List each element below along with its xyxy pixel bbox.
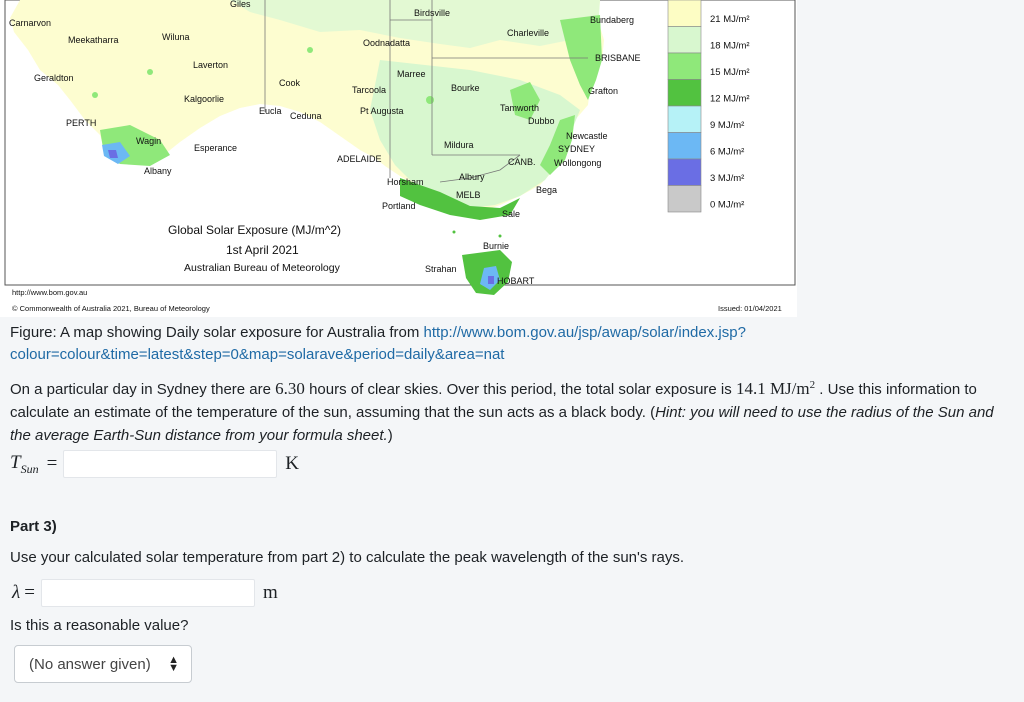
place-meekatharra: Meekatharra: [68, 35, 119, 45]
question-part4: ): [387, 427, 393, 444]
wavelength-equals: =: [24, 582, 35, 603]
legend-label: 15 MJ/m²: [710, 67, 750, 78]
map-title: Global Solar Exposure (MJ/m^2): [168, 223, 341, 237]
place-adelaide: ADELAIDE: [337, 154, 382, 164]
place-albury: Albury: [459, 172, 485, 182]
updown-caret-icon: ▲ ▼: [168, 654, 179, 674]
place-oodnadatta: Oodnadatta: [363, 38, 410, 48]
place-bourke: Bourke: [451, 83, 480, 93]
legend-swatch: [667, 0, 702, 27]
map-agency: Australian Bureau of Meteorology: [184, 262, 341, 274]
legend-label: 3 MJ/m²: [710, 173, 744, 184]
place-portland: Portland: [382, 201, 416, 211]
place-pt-augusta: Pt Augusta: [360, 106, 404, 116]
question-part2: hours of clear skies. Over this period, …: [304, 381, 736, 398]
question-part1: On a particular day in Sydney there are: [10, 381, 276, 398]
legend-swatch: [667, 105, 702, 133]
legend-label: 0 MJ/m²: [710, 200, 744, 211]
map-copyright: © Commonwealth of Australia 2021, Bureau…: [12, 304, 210, 313]
wavelength-input[interactable]: [40, 579, 255, 607]
caption-text: Figure: A map showing Daily solar exposu…: [10, 324, 424, 341]
legend-label: 21 MJ/m²: [710, 14, 750, 25]
place-charleville: Charleville: [507, 28, 549, 38]
place-ceduna: Ceduna: [290, 111, 322, 121]
place-burnie: Burnie: [483, 241, 509, 251]
part3-text: Use your calculated solar temperature fr…: [10, 549, 685, 566]
temperature-input[interactable]: [63, 450, 278, 478]
solar-exposure-map: Carnarvon Meekatharra Wiluna Laverton Ge…: [0, 0, 797, 317]
question-hours: 6.30: [275, 379, 305, 398]
place-newcastle: Newcastle: [566, 131, 608, 141]
place-mildura: Mildura: [444, 140, 474, 150]
place-laverton: Laverton: [193, 60, 228, 70]
place-grafton: Grafton: [588, 86, 618, 96]
map-graphic: Carnarvon Meekatharra Wiluna Laverton Ge…: [0, 0, 797, 317]
map-issued: Issued: 01/04/2021: [718, 304, 782, 313]
legend-swatch: [667, 79, 702, 107]
question-text: On a particular day in Sydney there are …: [10, 374, 1010, 447]
place-strahan: Strahan: [425, 264, 457, 274]
place-eucla: Eucla: [259, 106, 282, 116]
place-bundaberg: Bundaberg: [590, 15, 634, 25]
place-birdsville: Birdsville: [414, 8, 450, 18]
place-esperance: Esperance: [194, 143, 237, 153]
place-sale: Sale: [502, 209, 520, 219]
legend-label: 12 MJ/m²: [710, 94, 750, 105]
place-marree: Marree: [397, 69, 426, 79]
legend-swatch: [667, 132, 702, 160]
place-bega: Bega: [536, 185, 557, 195]
wavelength-symbol: λ: [12, 582, 21, 603]
place-wollongong: Wollongong: [554, 158, 601, 168]
place-wagin: Wagin: [136, 136, 161, 146]
place-tamworth: Tamworth: [500, 103, 539, 113]
reasonable-select[interactable]: (No answer given) ▲ ▼: [14, 645, 192, 683]
legend-label: 9 MJ/m²: [710, 120, 744, 131]
place-brisbane: BRISBANE: [595, 53, 641, 63]
place-canberra: CANB.: [508, 157, 536, 167]
place-giles: Giles: [230, 0, 251, 9]
temperature-answer-row: TSun = K: [10, 450, 299, 478]
figure-caption: Figure: A map showing Daily solar exposu…: [10, 322, 1010, 366]
place-hobart: HOBART: [497, 276, 535, 286]
legend-swatch: [667, 158, 702, 186]
reasonable-question: Is this a reasonable value?: [10, 617, 189, 634]
temperature-equals: =: [46, 453, 58, 474]
place-cook: Cook: [279, 78, 301, 88]
place-tarcoola: Tarcoola: [352, 85, 386, 95]
select-value: (No answer given): [29, 655, 151, 673]
legend-label: 6 MJ/m²: [710, 147, 744, 158]
place-perth: PERTH: [66, 118, 96, 128]
place-dubbo: Dubbo: [528, 116, 555, 126]
wavelength-unit: m: [262, 582, 278, 603]
place-melbourne: MELB: [456, 190, 481, 200]
place-albany: Albany: [144, 166, 172, 176]
question-exposure: 14.1 MJ/m: [735, 379, 810, 398]
place-carnarvon: Carnarvon: [9, 18, 51, 28]
legend-swatch: [667, 52, 702, 80]
place-geraldton: Geraldton: [34, 73, 74, 83]
map-date: 1st April 2021: [226, 243, 299, 257]
part3-heading: Part 3): [10, 518, 57, 535]
place-wiluna: Wiluna: [162, 32, 190, 42]
place-kalgoorlie: Kalgoorlie: [184, 94, 224, 104]
place-sydney: SYDNEY: [558, 144, 595, 154]
legend-swatch: [667, 26, 702, 54]
temperature-unit: K: [285, 453, 300, 474]
wavelength-answer-row: λ = m: [12, 579, 278, 607]
legend-label: 18 MJ/m²: [710, 41, 750, 52]
place-horsham: Horsham: [387, 177, 424, 187]
temperature-symbol: TSun: [10, 451, 39, 476]
legend-swatch: [667, 185, 702, 213]
map-url: http://www.bom.gov.au: [12, 288, 87, 297]
